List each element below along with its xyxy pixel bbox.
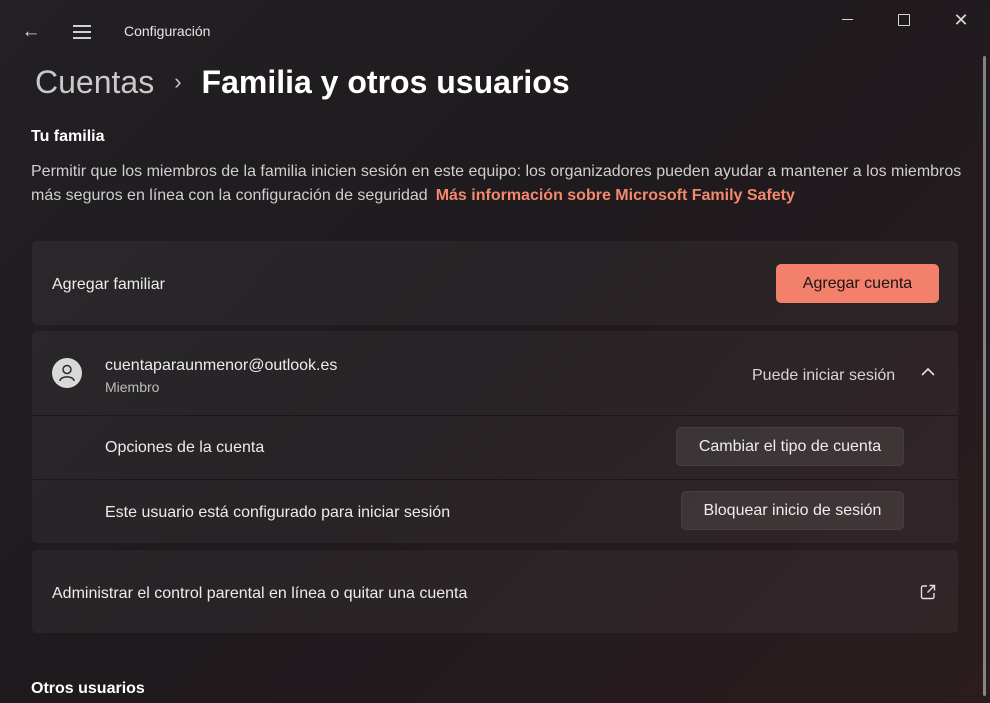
back-button[interactable]: ← [19,20,43,44]
page-title: Familia y otros usuarios [201,63,570,100]
chevron-up-icon[interactable] [919,365,937,379]
scrollbar[interactable] [983,56,986,696]
open-external-icon [919,583,937,601]
add-family-card: Agregar familiar Agregar cuenta [32,241,958,325]
account-options-label: Opciones de la cuenta [105,439,265,456]
app-title: Configuración [124,23,211,39]
member-status: Puede iniciar sesión [752,367,896,384]
member-header[interactable]: cuentaparaunmenor@outlook.es Miembro Pue… [32,331,958,415]
manage-parental-label: Administrar el control parental en línea… [52,585,468,602]
member-card: cuentaparaunmenor@outlook.es Miembro Pue… [32,331,958,543]
member-email: cuentaparaunmenor@outlook.es [105,357,338,374]
close-icon: ✕ [953,10,969,30]
hamburger-icon-line [73,37,91,39]
maximize-button[interactable] [880,8,926,32]
maximize-icon [898,14,910,26]
hamburger-icon-line [73,31,91,33]
family-safety-link[interactable]: Más información sobre Microsoft Family S… [436,187,795,204]
settings-window: ← Configuración ✕ Cuentas › Familia y ot… [0,0,990,703]
change-account-type-button[interactable]: Cambiar el tipo de cuenta [676,427,904,466]
arrow-left-icon: ← [21,21,41,42]
add-family-label: Agregar familiar [52,276,165,293]
signin-label: Este usuario está configurado para inici… [105,504,451,521]
other-users-heading: Otros usuarios [31,680,145,697]
block-signin-button[interactable]: Bloquear inicio de sesión [681,491,904,530]
avatar [52,358,82,388]
minimize-button[interactable] [824,8,870,32]
manage-parental-card[interactable]: Administrar el control parental en línea… [32,550,958,633]
title-bar: ← Configuración ✕ [0,0,990,62]
breadcrumb-separator-icon: › [174,69,182,94]
breadcrumb-parent[interactable]: Cuentas [35,64,154,101]
member-role: Miembro [105,379,160,395]
breadcrumb: Cuentas › Familia y otros usuarios [35,59,570,105]
minimize-icon [842,19,853,20]
person-icon [59,364,75,382]
family-description: Permitir que los miembros de la familia … [31,160,966,208]
signin-row: Este usuario está configurado para inici… [32,480,958,543]
menu-button[interactable] [70,20,94,44]
add-account-button[interactable]: Agregar cuenta [776,264,939,303]
account-options-row: Opciones de la cuenta Cambiar el tipo de… [32,416,958,479]
family-heading: Tu familia [31,128,105,145]
hamburger-icon [73,25,91,27]
close-button[interactable]: ✕ [938,8,984,32]
